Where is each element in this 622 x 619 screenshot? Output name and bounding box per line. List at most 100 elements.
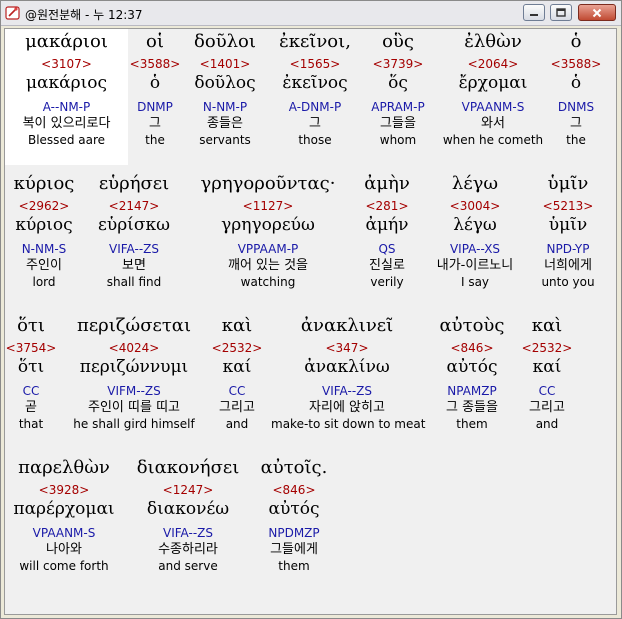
strong-number[interactable]: <3107> xyxy=(5,56,128,72)
word-block[interactable]: μακάριοι <3107> μακάριος A--NM-P 복이 있으리로… xyxy=(5,29,128,165)
greek-word: δοῦλοι xyxy=(194,31,256,52)
app-window: @원전분해 - 누 12:37 μακάριοι <3107> μακάριος… xyxy=(0,0,622,619)
strong-number[interactable]: <2532> xyxy=(515,340,579,356)
korean-gloss: 그 xyxy=(570,116,582,131)
lemma: ὁ xyxy=(149,73,161,93)
word-block[interactable]: καὶ <2532> καί CC 그리고 and xyxy=(207,313,267,432)
minimize-button[interactable] xyxy=(523,4,545,21)
korean-gloss: 복이 있으리로다 xyxy=(22,116,111,131)
word-block[interactable]: ἐκεῖνοι, <1565> ἐκεῖνος A-DNM-P 그 those xyxy=(265,29,365,148)
english-gloss: Blessed aare xyxy=(27,133,106,147)
korean-gloss: 그들에게 xyxy=(270,542,318,557)
strong-number[interactable]: <4024> xyxy=(65,340,203,356)
english-gloss: and xyxy=(535,417,559,431)
strong-number[interactable]: <2064> xyxy=(435,56,551,72)
english-gloss: the xyxy=(145,133,165,147)
word-block[interactable]: καὶ <2532> καί CC 그리고 and xyxy=(515,313,579,432)
word-block[interactable]: ἐλθὼν <2064> ἔρχομαι VPAANM-S 와서 when he… xyxy=(435,29,551,148)
strong-number[interactable]: <846> xyxy=(253,482,335,498)
word-block[interactable]: δοῦλοι <1401> δοῦλος N-NM-P 종들은 servants xyxy=(185,29,265,148)
lemma: ἀνακλίνω xyxy=(304,357,390,377)
greek-word: ὑμῖν xyxy=(547,173,589,194)
greek-word: παρελθὼν xyxy=(18,457,110,478)
minimize-icon xyxy=(530,14,538,16)
strong-number[interactable]: <1127> xyxy=(187,198,349,214)
strong-number[interactable]: <3588> xyxy=(550,56,602,72)
lemma: διακονέω xyxy=(146,499,230,519)
word-block[interactable]: περιζώσεται <4024> περιζώννυμι VIFM--ZS … xyxy=(65,313,203,432)
greek-word: ὅτι xyxy=(17,315,45,336)
word-block[interactable]: γρηγοροῦντας· <1127> γρηγορεύω VPPAAM-P … xyxy=(187,171,349,290)
greek-word: ὁ xyxy=(570,31,582,52)
parsing-code: NPAMZP xyxy=(447,384,497,398)
korean-gloss: 보면 xyxy=(122,258,146,273)
lemma: αὐτός xyxy=(268,499,320,519)
lemma: ὅς xyxy=(388,73,408,93)
strong-number[interactable]: <1247> xyxy=(129,482,247,498)
strong-number[interactable]: <5213> xyxy=(527,198,609,214)
english-gloss: lord xyxy=(32,275,56,289)
parsing-code: CC xyxy=(228,384,246,398)
strong-number[interactable]: <2147> xyxy=(89,198,179,214)
strong-number[interactable]: <3928> xyxy=(9,482,119,498)
korean-gloss: 와서 xyxy=(481,116,505,131)
word-block[interactable]: εὑρήσει <2147> εὑρίσκω VIFA--ZS 보면 shall… xyxy=(89,171,179,290)
lemma: παρέρχομαι xyxy=(13,499,115,519)
korean-gloss: 종들은 xyxy=(207,116,243,131)
word-block[interactable]: οἱ <3588> ὁ DNMP 그 the xyxy=(127,29,183,148)
greek-word: καὶ xyxy=(221,315,253,336)
lemma: μακάριος xyxy=(25,73,108,93)
title-bar[interactable]: @원전분해 - 누 12:37 xyxy=(1,1,621,26)
maximize-button[interactable] xyxy=(550,4,572,21)
lemma: καί xyxy=(222,357,252,377)
lemma: αὐτός xyxy=(446,357,498,377)
interlinear-panel[interactable]: μακάριοι <3107> μακάριος A--NM-P 복이 있으리로… xyxy=(4,28,617,615)
word-block[interactable]: οὓς <3739> ὅς APRAM-P 그들을 whom xyxy=(361,29,435,148)
strong-number[interactable]: <3004> xyxy=(425,198,525,214)
korean-gloss: 너희에게 xyxy=(544,258,592,273)
word-block[interactable]: ὑμῖν <5213> ὑμῖν NPD-YP 너희에게 unto you xyxy=(527,171,609,290)
word-block[interactable]: ἀμὴν <281> ἀμήν QS 진실로 verily xyxy=(351,171,423,290)
word-block[interactable]: αὐτοὺς <846> αὐτός NPAMZP 그 종들을 them xyxy=(427,313,517,432)
greek-word: διακονήσει xyxy=(136,457,240,478)
korean-gloss: 그 xyxy=(309,116,321,131)
greek-word: αὐτοῖς. xyxy=(260,457,328,478)
word-block[interactable]: ἀνακλινεῖ <347> ἀνακλίνω VIFA--ZS 자리에 앉히… xyxy=(271,313,425,432)
strong-number[interactable]: <3588> xyxy=(127,56,183,72)
parsing-code: QS xyxy=(378,242,396,256)
parsing-code: N-NM-P xyxy=(202,100,248,114)
word-block[interactable]: παρελθὼν <3928> παρέρχομαι VPAANM-S 나아와 … xyxy=(9,455,119,574)
strong-number[interactable]: <2532> xyxy=(207,340,267,356)
strong-number[interactable]: <1565> xyxy=(265,56,365,72)
parsing-code: VIFA--ZS xyxy=(109,242,159,256)
lemma: λέγω xyxy=(453,215,497,235)
strong-number[interactable]: <3739> xyxy=(361,56,435,72)
word-block[interactable]: αὐτοῖς. <846> αὐτός NPDMZP 그들에게 them xyxy=(253,455,335,574)
strong-number[interactable]: <1401> xyxy=(185,56,265,72)
korean-gloss: 주인이 띠를 띠고 xyxy=(88,400,180,415)
korean-gloss: 주인이 xyxy=(26,258,62,273)
english-gloss: those xyxy=(298,133,332,147)
strong-number[interactable]: <846> xyxy=(427,340,517,356)
strong-number[interactable]: <281> xyxy=(351,198,423,214)
word-block[interactable]: ὁ <3588> ὁ DNMS 그 the xyxy=(550,29,602,148)
parsing-code: VIFA--ZS xyxy=(322,384,372,398)
strong-number[interactable]: <2962> xyxy=(5,198,83,214)
greek-word: ἐλθὼν xyxy=(464,31,522,52)
korean-gloss: 깨어 있는 것을 xyxy=(227,258,309,273)
parsing-code: DNMP xyxy=(137,100,173,114)
korean-gloss: 곧 xyxy=(25,400,37,415)
parsing-code: VPPAAM-P xyxy=(237,242,299,256)
strong-number[interactable]: <347> xyxy=(271,340,423,356)
lemma: ὁ xyxy=(570,73,582,93)
word-block[interactable]: ὅτι <3754> ὅτι CC 곧 that xyxy=(5,313,57,432)
strong-number[interactable]: <3754> xyxy=(5,340,57,356)
korean-gloss: 진실로 xyxy=(369,258,405,273)
word-block[interactable]: διακονήσει <1247> διακονέω VIFA--ZS 수종하리… xyxy=(129,455,247,574)
close-button[interactable] xyxy=(578,4,616,21)
lemma: ὅτι xyxy=(17,357,45,377)
bible-app-icon[interactable] xyxy=(5,5,21,21)
word-block[interactable]: λέγω <3004> λέγω VIPA--XS 내가-이르노니 I say xyxy=(425,171,525,290)
english-gloss: watching xyxy=(240,275,296,289)
word-block[interactable]: κύριος <2962> κύριος N-NM-S 주인이 lord xyxy=(5,171,83,290)
